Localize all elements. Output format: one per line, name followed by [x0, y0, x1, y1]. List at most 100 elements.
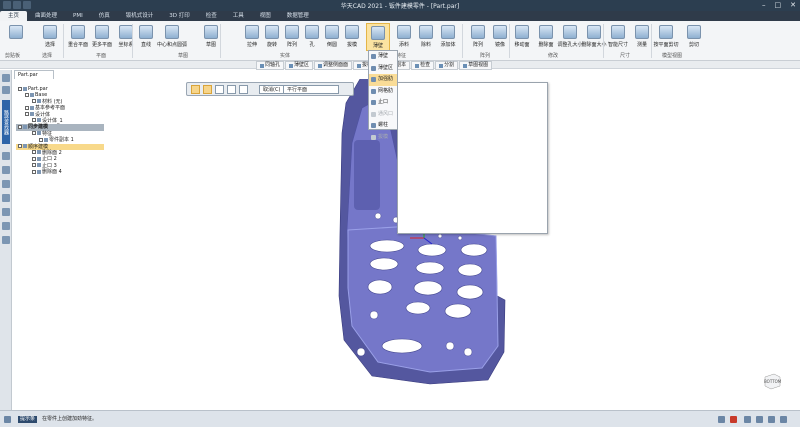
panel-icon-6[interactable] [2, 194, 10, 202]
pattern-icon [285, 25, 299, 39]
dropdown-item[interactable]: 加强肋 [369, 74, 397, 86]
cmd-thin-region[interactable]: 薄壁区 [285, 61, 314, 70]
pan-icon[interactable] [756, 416, 763, 423]
coincident-plane-button[interactable]: 重合平面 [66, 23, 90, 51]
array-button[interactable]: 阵列 [466, 23, 490, 51]
tab-surfacing[interactable]: 曲面处理 [27, 11, 65, 21]
panel-icon-3[interactable] [2, 152, 10, 160]
tab-inspect[interactable]: 检查 [198, 11, 225, 21]
tree-item-label: 零件副本 1 [49, 137, 74, 144]
plane-select[interactable]: 平行平面 [283, 85, 339, 94]
panel-icon-1[interactable] [2, 74, 10, 82]
tree-checkbox[interactable] [25, 105, 29, 110]
dropdown-item[interactable]: 薄壁区 [369, 63, 397, 75]
tree-item-label: 同步建模 [28, 124, 49, 131]
maximize-icon[interactable]: □ [775, 1, 782, 9]
tree-checkbox[interactable] [32, 118, 36, 123]
dropdown-item[interactable]: 拔模 [369, 132, 397, 144]
tab-data-management[interactable]: 数据管理 [279, 11, 317, 21]
add-body-button[interactable]: 添加体 [436, 23, 460, 51]
delete-face-button[interactable]: 删除面 [534, 23, 558, 51]
tree-checkbox[interactable] [39, 137, 43, 142]
hole [417, 243, 447, 257]
rotate-icon[interactable] [768, 416, 775, 423]
panel-icon-4[interactable] [2, 166, 10, 174]
cmd-inspect[interactable]: 检查 [411, 61, 435, 70]
panel-icon-8[interactable] [2, 222, 10, 230]
plane-cut-button[interactable]: 按平面剪切 [654, 23, 679, 51]
panel-icon-5[interactable] [2, 180, 10, 188]
cmd-adjust-side-face[interactable]: 调整侧面面 [314, 61, 353, 70]
step-options-icon[interactable] [227, 85, 236, 94]
tree-checkbox[interactable] [32, 150, 36, 155]
feature-icon [371, 54, 376, 60]
add-material-button[interactable]: 添料 [392, 23, 416, 51]
panel-icon-7[interactable] [2, 208, 10, 216]
window-controls: – □ ✕ [762, 1, 796, 9]
cancel-button[interactable]: 取消(C) [259, 85, 285, 94]
tree-checkbox[interactable] [32, 99, 36, 104]
coaxial-hole-icon [260, 63, 264, 68]
tab-simulation[interactable]: 仿真 [91, 11, 118, 21]
resize-hole-button[interactable]: 调整孔大小 [558, 23, 583, 51]
dropdown-item[interactable]: 螺柱 [369, 120, 397, 132]
dropdown-item[interactable]: 止口 [369, 97, 397, 109]
tree-checkbox[interactable] [18, 86, 22, 91]
record-icon[interactable] [730, 416, 737, 423]
cmd-split[interactable]: 分割 [435, 61, 459, 70]
dropdown-item[interactable]: 薄壁 [369, 51, 397, 63]
paste-button[interactable] [4, 23, 28, 51]
hole [444, 303, 472, 319]
remove-material-button[interactable]: 除料 [414, 23, 438, 51]
fit-icon[interactable] [780, 416, 787, 423]
more-planes-button[interactable]: 更多平面 [90, 23, 114, 51]
hole [369, 239, 405, 253]
3d-viewport[interactable]: Part.par Base 材料 (无) 基本参考平面 设计体 设计体_1 同步建模 特征 零件… [12, 79, 800, 410]
close-icon[interactable]: ✕ [790, 1, 796, 9]
tab-home[interactable]: 主页 [0, 11, 28, 21]
view-cube[interactable]: BOTTOM [762, 371, 782, 391]
move-face-button[interactable]: 移动面 [510, 23, 534, 51]
tab-view[interactable]: 视图 [252, 11, 279, 21]
tree-checkbox[interactable] [32, 131, 36, 136]
tree-checkbox[interactable] [32, 163, 36, 168]
dropdown-item-label: 拔模 [378, 133, 389, 140]
pathfinder-tab[interactable]: 路径查找器 [2, 100, 10, 144]
step-profile-icon[interactable] [203, 85, 212, 94]
select-button[interactable]: 选择 [38, 23, 62, 51]
tree-checkbox[interactable] [18, 124, 22, 129]
tab-tools[interactable]: 工具 [225, 11, 252, 21]
dropdown-item[interactable]: 通风口 [369, 109, 397, 121]
cmd-sketch-view[interactable]: 草图视图 [459, 61, 493, 70]
line-button[interactable]: 直线 [134, 23, 158, 51]
tree-item[interactable]: 删除面 4 [16, 169, 104, 175]
dropdown-item[interactable]: 网格肋 [369, 86, 397, 98]
tree-checkbox[interactable] [18, 144, 22, 149]
document-tab[interactable]: Part.par [14, 70, 54, 79]
draft-button[interactable]: 拔模 [340, 23, 364, 51]
prompt-icon[interactable] [4, 416, 11, 423]
tab-pmi[interactable]: PMI [65, 11, 91, 21]
center-point-arc-button[interactable]: 中心和点圆弧 [157, 23, 187, 51]
minimize-icon[interactable]: – [762, 1, 766, 9]
panel-icon-2[interactable] [2, 86, 10, 94]
cmd-coaxial-hole[interactable]: 同轴孔 [256, 61, 285, 70]
tab-3d-print[interactable]: 3D 打印 [161, 11, 197, 21]
tree-checkbox[interactable] [25, 92, 29, 97]
smart-dimension-button[interactable]: 智能尺寸 [606, 23, 630, 51]
tree-checkbox[interactable] [32, 156, 36, 161]
step-finish-icon[interactable] [239, 85, 248, 94]
panel-icon-9[interactable] [2, 236, 10, 244]
thin-wall-button[interactable]: 薄壁 [366, 23, 390, 51]
tree-checkbox[interactable] [32, 169, 36, 174]
prompt-bar-label[interactable]: 提示条 [18, 416, 38, 423]
step-select-icon[interactable] [191, 85, 200, 94]
cut-button[interactable]: 剪切 [682, 23, 706, 51]
feature-icon [371, 77, 376, 83]
hole [381, 338, 423, 354]
tree-checkbox[interactable] [25, 112, 29, 117]
tab-generative-design[interactable]: 钣机式设计 [118, 11, 162, 21]
zoom-icon[interactable] [744, 416, 751, 423]
step-direction-icon[interactable] [215, 85, 224, 94]
view-icon[interactable] [718, 416, 725, 423]
